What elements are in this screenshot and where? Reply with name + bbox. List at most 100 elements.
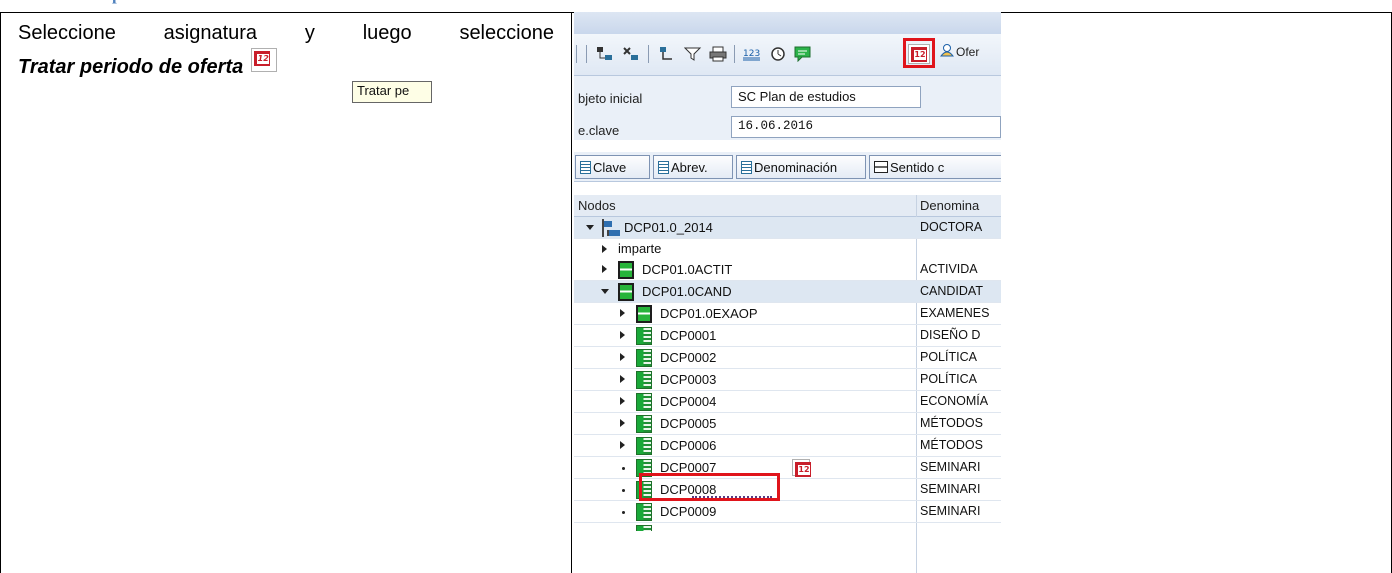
sap-screenshot: 123 Ofer bjeto inicial SC Plan de estudi…: [574, 12, 1001, 573]
node-label: DCP0003: [660, 372, 717, 387]
instruction-text: Seleccione asignatura y luego seleccione…: [18, 16, 554, 84]
tree-row[interactable]: DCP0004 ECONOMÍA: [574, 391, 1001, 413]
node-denomination: CANDIDAT: [920, 284, 983, 298]
node-label: DCP0005: [660, 416, 717, 431]
toolbar-separator: [648, 45, 649, 63]
expand-toggle-icon[interactable]: [620, 397, 625, 405]
leaf-bullet-icon: [622, 489, 625, 492]
denominacion-button[interactable]: Denominación: [736, 155, 866, 179]
offer-period-calendar-icon: [251, 48, 278, 74]
sap-button-bar: Clave Abrev. Denominación Sentido c: [574, 152, 1001, 182]
tree-row[interactable]: DCP0005 MÉTODOS: [574, 413, 1001, 435]
print-icon[interactable]: [707, 43, 729, 65]
expand-toggle-icon[interactable]: [620, 353, 625, 361]
module-icon: [618, 261, 634, 279]
node-denomination: DOCTORA: [920, 220, 983, 234]
action-name: Tratar periodo de oferta: [18, 56, 244, 78]
fecha-clave-label: e.clave: [578, 123, 620, 138]
highlight-offer-period-button: [903, 38, 935, 68]
word: y: [304, 22, 315, 44]
tree-row[interactable]: imparte: [574, 239, 1001, 259]
subject-icon: [636, 415, 652, 433]
instruction-line-1: Seleccione asignatura y luego seleccione: [18, 16, 554, 50]
node-label: DCP01.0ACTIT: [642, 262, 733, 277]
offer-period-calendar-icon[interactable]: [792, 459, 811, 477]
module-icon: [618, 283, 634, 301]
grid-icon: [580, 160, 591, 174]
subject-icon: [636, 525, 652, 531]
node-denomination: SEMINARI: [920, 482, 981, 496]
sap-title-bar: [574, 12, 1001, 34]
expand-toggle-icon[interactable]: [620, 309, 625, 317]
button-label: Abrev.: [671, 159, 708, 175]
ofer-button[interactable]: Ofer: [939, 43, 980, 60]
subject-icon: [636, 371, 652, 389]
node-denomination: MÉTODOS: [920, 438, 983, 452]
node-label: imparte: [618, 241, 662, 256]
instruction-line-2: Tratar periodo de oferta: [18, 48, 554, 84]
subject-icon: [636, 393, 652, 411]
comment-icon[interactable]: [792, 43, 814, 65]
button-label: Denominación: [754, 159, 838, 175]
node-denomination: DISEÑO D: [920, 328, 981, 342]
hierarchy-root-icon: [602, 219, 620, 237]
toolbar-separator: [576, 45, 577, 63]
toolbar-separator: [586, 45, 587, 63]
node-label: DCP0006: [660, 438, 717, 453]
node-denomination: POLÍTICA: [920, 372, 977, 386]
collapse-toggle-icon[interactable]: [586, 225, 594, 230]
node-denomination: ACTIVIDA: [920, 262, 978, 276]
table-column-divider: [571, 12, 572, 573]
sap-toolbar: 123 Ofer: [574, 34, 1001, 76]
expand-toggle-icon[interactable]: [620, 331, 625, 339]
fecha-clave-field[interactable]: 16.06.2016: [731, 116, 1001, 138]
expand-toggle-icon[interactable]: [602, 245, 607, 253]
objeto-inicial-label: bjeto inicial: [578, 91, 643, 106]
abrev-button[interactable]: Abrev.: [653, 155, 733, 179]
tree-row[interactable]: DCP0006 MÉTODOS: [574, 435, 1001, 457]
tree-row[interactable]: DCP01.0CAND CANDIDAT: [574, 281, 1001, 303]
word: asignatura: [163, 22, 258, 44]
tree-row[interactable]: DCP0002 POLÍTICA: [574, 347, 1001, 369]
timer-icon[interactable]: [767, 43, 789, 65]
tree-row[interactable]: DCP0003 POLÍTICA: [574, 369, 1001, 391]
expand-toggle-icon[interactable]: [620, 375, 625, 383]
tree-row[interactable]: DCP01.0ACTIT ACTIVIDA: [574, 259, 1001, 281]
button-label: Sentido c: [890, 159, 945, 175]
subject-icon: [636, 503, 652, 521]
expand-toggle-icon[interactable]: [620, 441, 625, 449]
ofer-label: Ofer: [956, 44, 980, 59]
print-icon: [874, 161, 888, 173]
table-left-border: [0, 12, 1, 573]
focus-underline: [692, 496, 772, 498]
expand-icon[interactable]: [594, 43, 616, 65]
expand-toggle-icon[interactable]: [602, 265, 607, 273]
node-label: DCP0009: [660, 504, 717, 519]
collapse-icon[interactable]: [620, 43, 642, 65]
node-denomination: EXAMENES: [920, 306, 990, 320]
expand-toggle-icon[interactable]: [620, 419, 625, 427]
tree-row[interactable]: DCP0001 DISEÑO D: [574, 325, 1001, 347]
grid-icon: [741, 160, 752, 174]
column-header-nodos[interactable]: Nodos: [578, 198, 616, 213]
tree-row[interactable]: DCP01.0EXAOP EXAMENES: [574, 303, 1001, 325]
column-header-denominacion[interactable]: Denomina: [920, 198, 979, 213]
grid-icon: [658, 160, 669, 174]
toolbar-separator: [734, 45, 735, 63]
funnel-icon[interactable]: [682, 43, 704, 65]
sap-selection-form: bjeto inicial SC Plan de estudios e.clav…: [574, 76, 1001, 140]
filter-icon[interactable]: [656, 43, 678, 65]
tree-row[interactable]: DCP01.0_2014 DOCTORA: [574, 217, 1001, 239]
sentido-button[interactable]: Sentido c: [869, 155, 1001, 179]
objeto-inicial-field[interactable]: SC Plan de estudios: [731, 86, 921, 108]
node-label: DCP0002: [660, 350, 717, 365]
numbering-icon[interactable]: 123: [741, 43, 763, 65]
clave-button[interactable]: Clave: [575, 155, 650, 179]
node-label: DCP0001: [660, 328, 717, 343]
tree-row[interactable]: DCP0009 SEMINARI: [574, 501, 1001, 523]
tooltip: Tratar pe: [352, 81, 432, 103]
tree-row-partial: [574, 523, 1001, 531]
tree-header: Nodos Denomina: [574, 195, 1001, 217]
collapse-toggle-icon[interactable]: [601, 289, 609, 294]
node-denomination: ECONOMÍA: [920, 394, 989, 408]
